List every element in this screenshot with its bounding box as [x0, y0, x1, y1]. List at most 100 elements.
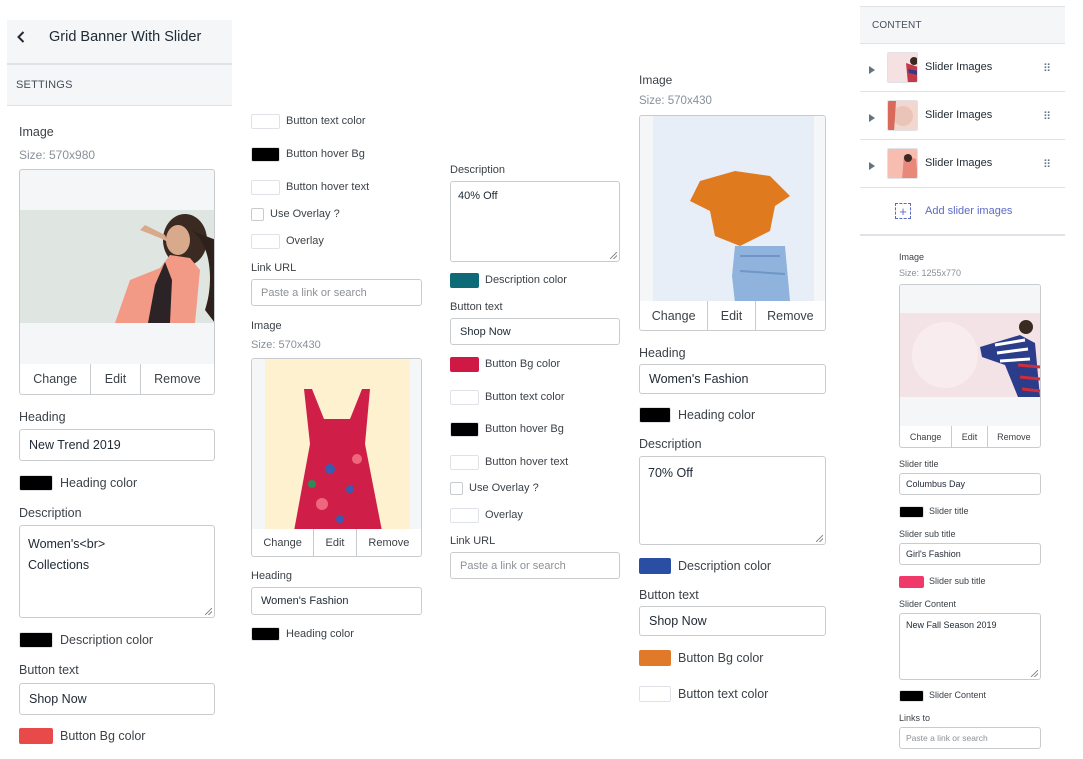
image-size: Size: 570x430 — [251, 339, 321, 351]
description-color-label: Description color — [485, 274, 567, 286]
link-url-label: Link URL — [450, 535, 496, 547]
change-button[interactable]: Change — [900, 426, 953, 447]
remove-button[interactable]: Remove — [357, 529, 421, 556]
remove-button[interactable]: Remove — [141, 364, 214, 394]
add-slider-row[interactable]: + Add slider images — [860, 188, 1065, 236]
image-size: Size: 570x980 — [19, 148, 96, 162]
heading-input[interactable]: New Trend 2019 — [19, 429, 215, 461]
back-arrow-icon[interactable] — [12, 28, 30, 46]
button-text-input[interactable]: Shop Now — [450, 318, 620, 345]
use-overlay-label: Use Overlay ? — [270, 208, 340, 220]
button-bg-color-label: Button Bg color — [60, 729, 146, 743]
slider-photo — [900, 285, 1040, 426]
edit-button[interactable]: Edit — [314, 529, 357, 556]
image-preview[interactable] — [19, 169, 215, 365]
button-hover-text-label: Button hover text — [286, 181, 370, 193]
edit-button[interactable]: Edit — [952, 426, 988, 447]
description-color-label: Description color — [60, 633, 154, 647]
heading-label: Heading — [19, 410, 66, 424]
link-url-input[interactable]: Paste a link or search — [450, 552, 620, 579]
remove-button[interactable]: Remove — [988, 426, 1040, 447]
description-textarea[interactable]: Women's<br> Collections — [19, 525, 215, 618]
image-label: Image — [899, 252, 925, 262]
link-url-input[interactable]: Paste a link or search — [251, 279, 422, 306]
image-label: Image — [251, 320, 282, 332]
dress-photo — [252, 359, 421, 529]
overlay-swatch[interactable] — [251, 234, 280, 249]
slider-title-color-swatch[interactable] — [899, 506, 924, 518]
slider-item[interactable]: Slider Images ⠿ — [860, 44, 1065, 92]
slider-content-color-swatch[interactable] — [899, 690, 924, 702]
image-size: Size: 1255x770 — [899, 268, 962, 278]
remove-button[interactable]: Remove — [756, 301, 825, 330]
button-bg-color-label: Button Bg color — [485, 358, 561, 370]
caret-right-icon[interactable] — [869, 62, 875, 77]
button-hover-text-swatch[interactable] — [251, 180, 280, 195]
change-button[interactable]: Change — [640, 301, 709, 330]
button-hover-bg-swatch[interactable] — [251, 147, 280, 162]
slider-thumbnail — [887, 100, 918, 131]
button-hover-text-swatch[interactable] — [450, 455, 479, 470]
page-title: Grid Banner With Slider — [49, 29, 202, 45]
change-button[interactable]: Change — [20, 364, 92, 394]
heading-input[interactable]: Women's Fashion — [639, 364, 826, 394]
drag-handle-icon[interactable]: ⠿ — [1043, 110, 1051, 123]
button-bg-color-swatch[interactable] — [450, 357, 479, 372]
image-preview[interactable] — [251, 358, 422, 530]
slider-item[interactable]: Slider Images ⠿ — [860, 92, 1065, 140]
edit-button[interactable]: Edit — [91, 364, 141, 394]
edit-button[interactable]: Edit — [708, 301, 756, 330]
use-overlay-checkbox[interactable] — [450, 482, 463, 495]
description-textarea[interactable]: 70% Off — [639, 456, 826, 545]
description-textarea[interactable]: 40% Off — [450, 181, 620, 262]
description-color-swatch[interactable] — [639, 558, 671, 574]
image-actions: Change Edit Remove — [899, 426, 1041, 448]
change-button[interactable]: Change — [252, 529, 315, 556]
slider-title-label: Slider title — [899, 459, 939, 469]
slider-item-label: Slider Images — [925, 61, 993, 73]
caret-right-icon[interactable] — [869, 158, 875, 173]
slider-content-textarea[interactable]: New Fall Season 2019 — [899, 613, 1041, 680]
button-text-color-swatch[interactable] — [639, 686, 671, 702]
drag-handle-icon[interactable]: ⠿ — [1043, 62, 1051, 75]
slider-item[interactable]: Slider Images ⠿ — [860, 140, 1065, 188]
links-to-input[interactable]: Paste a link or search — [899, 727, 1041, 749]
image-photo — [20, 210, 214, 323]
button-text-input[interactable]: Shop Now — [639, 606, 826, 636]
slider-title-input[interactable]: Columbus Day — [899, 473, 1041, 495]
overlay-swatch[interactable] — [450, 508, 479, 523]
description-color-swatch[interactable] — [450, 273, 479, 288]
use-overlay-checkbox[interactable] — [251, 208, 264, 221]
description-color-swatch[interactable] — [19, 632, 53, 648]
heading-color-swatch[interactable] — [19, 475, 53, 491]
heading-label: Heading — [251, 570, 292, 582]
add-slider-button[interactable]: Add slider images — [925, 205, 1012, 217]
slider-title-color-label: Slider title — [929, 506, 969, 516]
overlay-label: Overlay — [485, 509, 523, 521]
add-plus-icon[interactable]: + — [895, 203, 911, 219]
button-bg-color-swatch[interactable] — [19, 728, 53, 744]
heading-color-swatch[interactable] — [251, 627, 280, 641]
button-hover-text-label: Button hover text — [485, 456, 569, 468]
button-bg-color-swatch[interactable] — [639, 650, 671, 666]
heading-color-label: Heading color — [678, 408, 756, 422]
heading-color-swatch[interactable] — [639, 407, 671, 423]
button-text-color-swatch[interactable] — [450, 390, 479, 405]
slider-item-label: Slider Images — [925, 157, 993, 169]
clothes-photo — [640, 116, 825, 301]
slider-sub-title-label: Slider sub title — [899, 529, 956, 539]
image-preview[interactable] — [639, 115, 826, 302]
image-preview[interactable] — [899, 284, 1041, 427]
drag-handle-icon[interactable]: ⠿ — [1043, 158, 1051, 171]
settings-header: SETTINGS — [16, 79, 73, 91]
button-text-color-swatch[interactable] — [251, 114, 280, 129]
caret-right-icon[interactable] — [869, 110, 875, 125]
slider-sub-title-color-swatch[interactable] — [899, 576, 924, 588]
button-hover-bg-label: Button hover Bg — [485, 423, 564, 435]
button-hover-bg-swatch[interactable] — [450, 422, 479, 437]
slider-sub-title-input[interactable]: Girl's Fashion — [899, 543, 1041, 565]
image-label: Image — [19, 125, 54, 139]
heading-color-label: Heading color — [286, 628, 354, 640]
button-text-input[interactable]: Shop Now — [19, 683, 215, 715]
heading-input[interactable]: Women's Fashion — [251, 587, 422, 615]
